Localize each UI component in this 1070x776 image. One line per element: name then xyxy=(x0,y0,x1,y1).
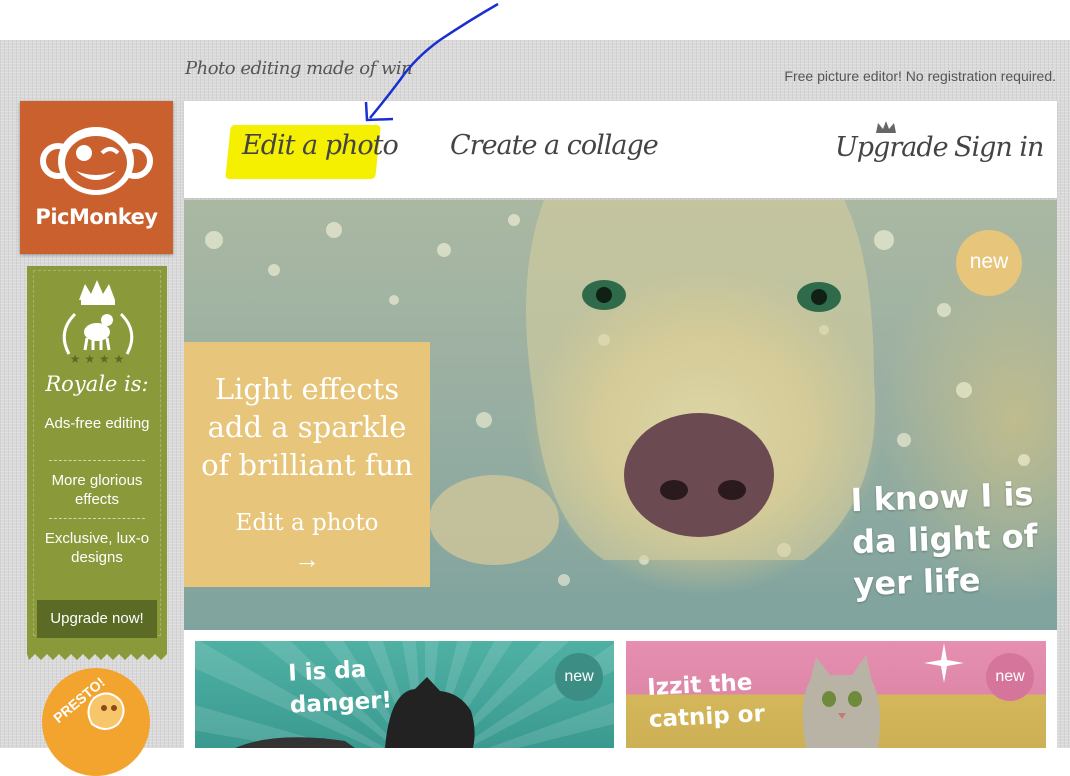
free-editor-notice: Free picture editor! No registration req… xyxy=(784,68,1056,84)
kitten-photo xyxy=(802,655,880,748)
hero-quote: I know I is da light of yer life xyxy=(849,474,1039,604)
crown-monkey-laurel-icon: ★ ★ ★ ★ xyxy=(62,280,134,366)
mascot-icon xyxy=(87,692,125,730)
arrow-right-icon: → xyxy=(294,544,320,574)
royale-title: Royale is: xyxy=(45,372,149,396)
ribbon-edge xyxy=(27,652,167,660)
svg-text:★ ★ ★ ★: ★ ★ ★ ★ xyxy=(70,352,124,366)
nav-edit-a-photo[interactable]: Edit a photo xyxy=(242,130,399,161)
new-badge: new xyxy=(956,230,1022,296)
feature-card-danger[interactable]: I is da danger! new xyxy=(195,641,614,748)
hero-title: Light effects add a sparkle of brilliant… xyxy=(201,372,413,482)
upgrade-now-button[interactable]: Upgrade now! xyxy=(37,600,157,638)
hero-edit-link[interactable]: Edit a photo xyxy=(184,510,430,536)
nav-sign-in[interactable]: Sign in xyxy=(954,132,1044,163)
feature-card-catnip[interactable]: Izzit the catnip or new xyxy=(626,641,1046,748)
top-nav-bar: Edit a photo Create a collage Upgrade Si… xyxy=(184,101,1057,198)
tagline: Photo editing made of win xyxy=(185,58,413,79)
monkey-face-icon xyxy=(40,127,153,195)
royale-feature-designs: Exclusive, lux-o designs xyxy=(44,530,150,566)
royale-feature-ads-free: Ads-free editing xyxy=(44,415,150,432)
presto-badge[interactable]: PRESTO! xyxy=(42,668,150,776)
picmonkey-logo[interactable]: PicMonkey xyxy=(20,101,173,254)
hero-banner[interactable]: Light effects add a sparkle of brilliant… xyxy=(184,200,1057,630)
royale-divider xyxy=(49,460,145,461)
royale-divider xyxy=(49,518,145,519)
logo-wordmark: PicMonkey xyxy=(35,205,158,229)
nav-create-a-collage[interactable]: Create a collage xyxy=(450,130,659,161)
nav-upgrade[interactable]: Upgrade xyxy=(835,132,949,163)
hero-caption-panel: Light effects add a sparkle of brilliant… xyxy=(184,342,430,587)
royale-promo-panel: ★ ★ ★ ★ Royale is: Ads-free editing More… xyxy=(27,266,167,660)
cat-photo xyxy=(235,677,475,748)
royale-feature-effects: More glorious effects xyxy=(51,472,143,508)
